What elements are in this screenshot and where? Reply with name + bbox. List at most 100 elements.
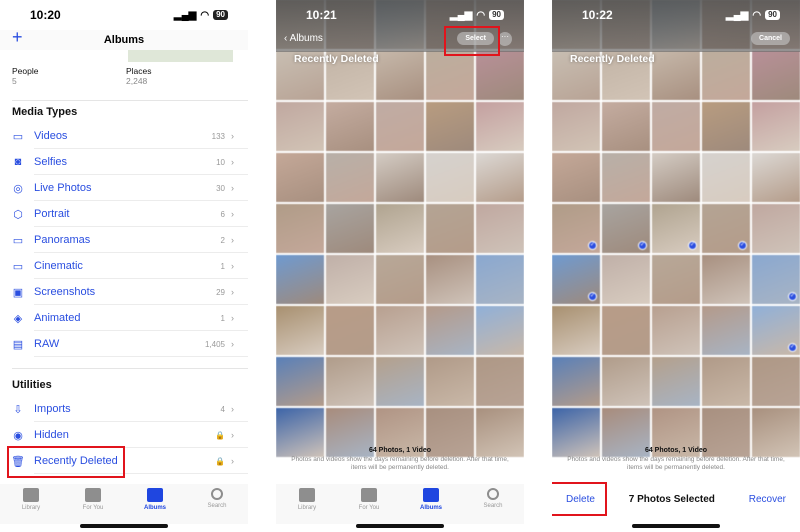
more-button[interactable]: ··· [498, 32, 512, 46]
photo-thumbnail[interactable] [602, 102, 650, 151]
album-count: 10 [216, 157, 225, 167]
photo-thumbnail[interactable] [652, 306, 700, 355]
photo-thumbnail[interactable] [752, 102, 800, 151]
photo-thumbnail[interactable] [702, 357, 750, 406]
tab-albums[interactable]: Albums [406, 484, 456, 524]
photo-thumbnail[interactable] [752, 51, 800, 100]
album-row[interactable]: ▭ Videos 133 › [0, 123, 248, 149]
photo-thumbnail[interactable] [326, 102, 374, 151]
photo-thumbnail[interactable] [702, 153, 750, 202]
photo-thumbnail[interactable] [552, 306, 600, 355]
places-map-thumbnail[interactable] [128, 50, 233, 62]
photo-thumbnail[interactable] [376, 51, 424, 100]
tab-for-you[interactable]: For You [344, 484, 394, 524]
photo-thumbnail[interactable]: ✓ [652, 204, 700, 253]
photo-thumbnail[interactable] [326, 204, 374, 253]
photo-thumbnail[interactable] [752, 204, 800, 253]
photo-thumbnail[interactable] [326, 153, 374, 202]
photo-thumbnail[interactable] [552, 102, 600, 151]
photo-thumbnail[interactable] [376, 306, 424, 355]
photo-thumbnail[interactable] [376, 204, 424, 253]
photo-thumbnail[interactable] [552, 357, 600, 406]
photo-thumbnail[interactable] [426, 51, 474, 100]
photo-thumbnail[interactable] [702, 306, 750, 355]
photo-thumbnail[interactable] [426, 306, 474, 355]
photo-thumbnail[interactable] [652, 102, 700, 151]
photo-thumbnail[interactable] [426, 153, 474, 202]
photo-thumbnail[interactable] [276, 204, 324, 253]
chevron-right-icon: › [231, 456, 234, 466]
photo-thumbnail[interactable] [476, 51, 524, 100]
photo-thumbnail[interactable]: ✓ [702, 204, 750, 253]
photo-thumbnail[interactable]: ✓ [552, 255, 600, 304]
album-row[interactable]: ▭ Panoramas 2 › [0, 227, 248, 253]
photo-thumbnail[interactable] [702, 102, 750, 151]
photo-thumbnail[interactable] [476, 255, 524, 304]
album-row[interactable]: ▭ Cinematic 1 › [0, 253, 248, 279]
photo-thumbnail[interactable]: ✓ [752, 255, 800, 304]
photo-thumbnail[interactable] [276, 102, 324, 151]
photo-thumbnail[interactable] [652, 357, 700, 406]
photo-thumbnail[interactable] [552, 153, 600, 202]
deletion-note: Photos and videos show the days remainin… [291, 456, 509, 471]
people-album[interactable]: People 5 [12, 66, 126, 86]
photo-thumbnail[interactable] [276, 255, 324, 304]
photo-thumbnail[interactable] [276, 357, 324, 406]
tab-library[interactable]: Library [6, 484, 56, 524]
photo-thumbnail[interactable] [426, 102, 474, 151]
photo-thumbnail[interactable] [326, 357, 374, 406]
album-row[interactable]: ◈ Animated 1 › [0, 305, 248, 331]
photo-thumbnail[interactable]: ✓ [552, 204, 600, 253]
photo-thumbnail[interactable] [476, 204, 524, 253]
photo-thumbnail[interactable] [376, 102, 424, 151]
photo-thumbnail[interactable]: ✓ [602, 204, 650, 253]
back-button[interactable]: ‹ Albums [284, 33, 323, 44]
photo-thumbnail[interactable] [476, 153, 524, 202]
photo-thumbnail[interactable] [602, 306, 650, 355]
photo-thumbnail[interactable] [276, 306, 324, 355]
wifi-icon: ◠ [200, 9, 210, 21]
plus-icon[interactable]: + [12, 27, 23, 48]
places-album[interactable]: Places 2,248 [126, 66, 240, 86]
album-row[interactable]: ▤ RAW 1,405 › [0, 331, 248, 357]
photo-thumbnail[interactable] [602, 153, 650, 202]
photo-thumbnail[interactable] [426, 255, 474, 304]
photo-thumbnail[interactable] [652, 153, 700, 202]
photo-thumbnail[interactable] [652, 255, 700, 304]
photo-thumbnail[interactable] [752, 357, 800, 406]
album-row[interactable]: ⇩ Imports 4 › [0, 396, 248, 422]
photo-thumbnail[interactable] [426, 357, 474, 406]
photo-thumbnail[interactable] [752, 153, 800, 202]
photo-thumbnail[interactable] [702, 255, 750, 304]
video-icon: ▭ [12, 130, 24, 143]
photo-thumbnail[interactable] [376, 357, 424, 406]
photo-thumbnail[interactable] [476, 102, 524, 151]
photo-thumbnail[interactable] [476, 357, 524, 406]
photo-thumbnail[interactable] [426, 204, 474, 253]
album-row[interactable]: ◙ Selfies 10 › [0, 149, 248, 175]
recover-button[interactable]: Recover [749, 494, 786, 505]
photo-thumbnail[interactable] [326, 306, 374, 355]
photo-thumbnail[interactable]: ✓ [752, 306, 800, 355]
status-bar: 10:22 ▂▄▆ ◠ 90 [552, 0, 800, 30]
photo-thumbnail[interactable] [376, 255, 424, 304]
photo-thumbnail[interactable] [476, 306, 524, 355]
cancel-button[interactable]: Cancel [751, 32, 790, 45]
album-row[interactable]: ◉ Hidden 🔒 › [0, 422, 248, 448]
album-row[interactable]: ▣ Screenshots 29 › [0, 279, 248, 305]
photo-thumbnail[interactable] [276, 153, 324, 202]
album-row[interactable]: ⬡ Portrait 6 › [0, 201, 248, 227]
chevron-right-icon: › [231, 183, 234, 193]
photo-thumbnail[interactable] [376, 153, 424, 202]
tab-search[interactable]: Search [468, 484, 518, 524]
photo-thumbnail[interactable] [602, 357, 650, 406]
photo-thumbnail[interactable] [602, 255, 650, 304]
album-row[interactable]: ◎ Live Photos 30 › [0, 175, 248, 201]
tab-albums[interactable]: Albums [130, 484, 180, 524]
photo-thumbnail[interactable] [652, 51, 700, 100]
tab-library[interactable]: Library [282, 484, 332, 524]
photo-thumbnail[interactable] [326, 255, 374, 304]
photo-thumbnail[interactable] [702, 51, 750, 100]
tab-for-you[interactable]: For You [68, 484, 118, 524]
tab-search[interactable]: Search [192, 484, 242, 524]
